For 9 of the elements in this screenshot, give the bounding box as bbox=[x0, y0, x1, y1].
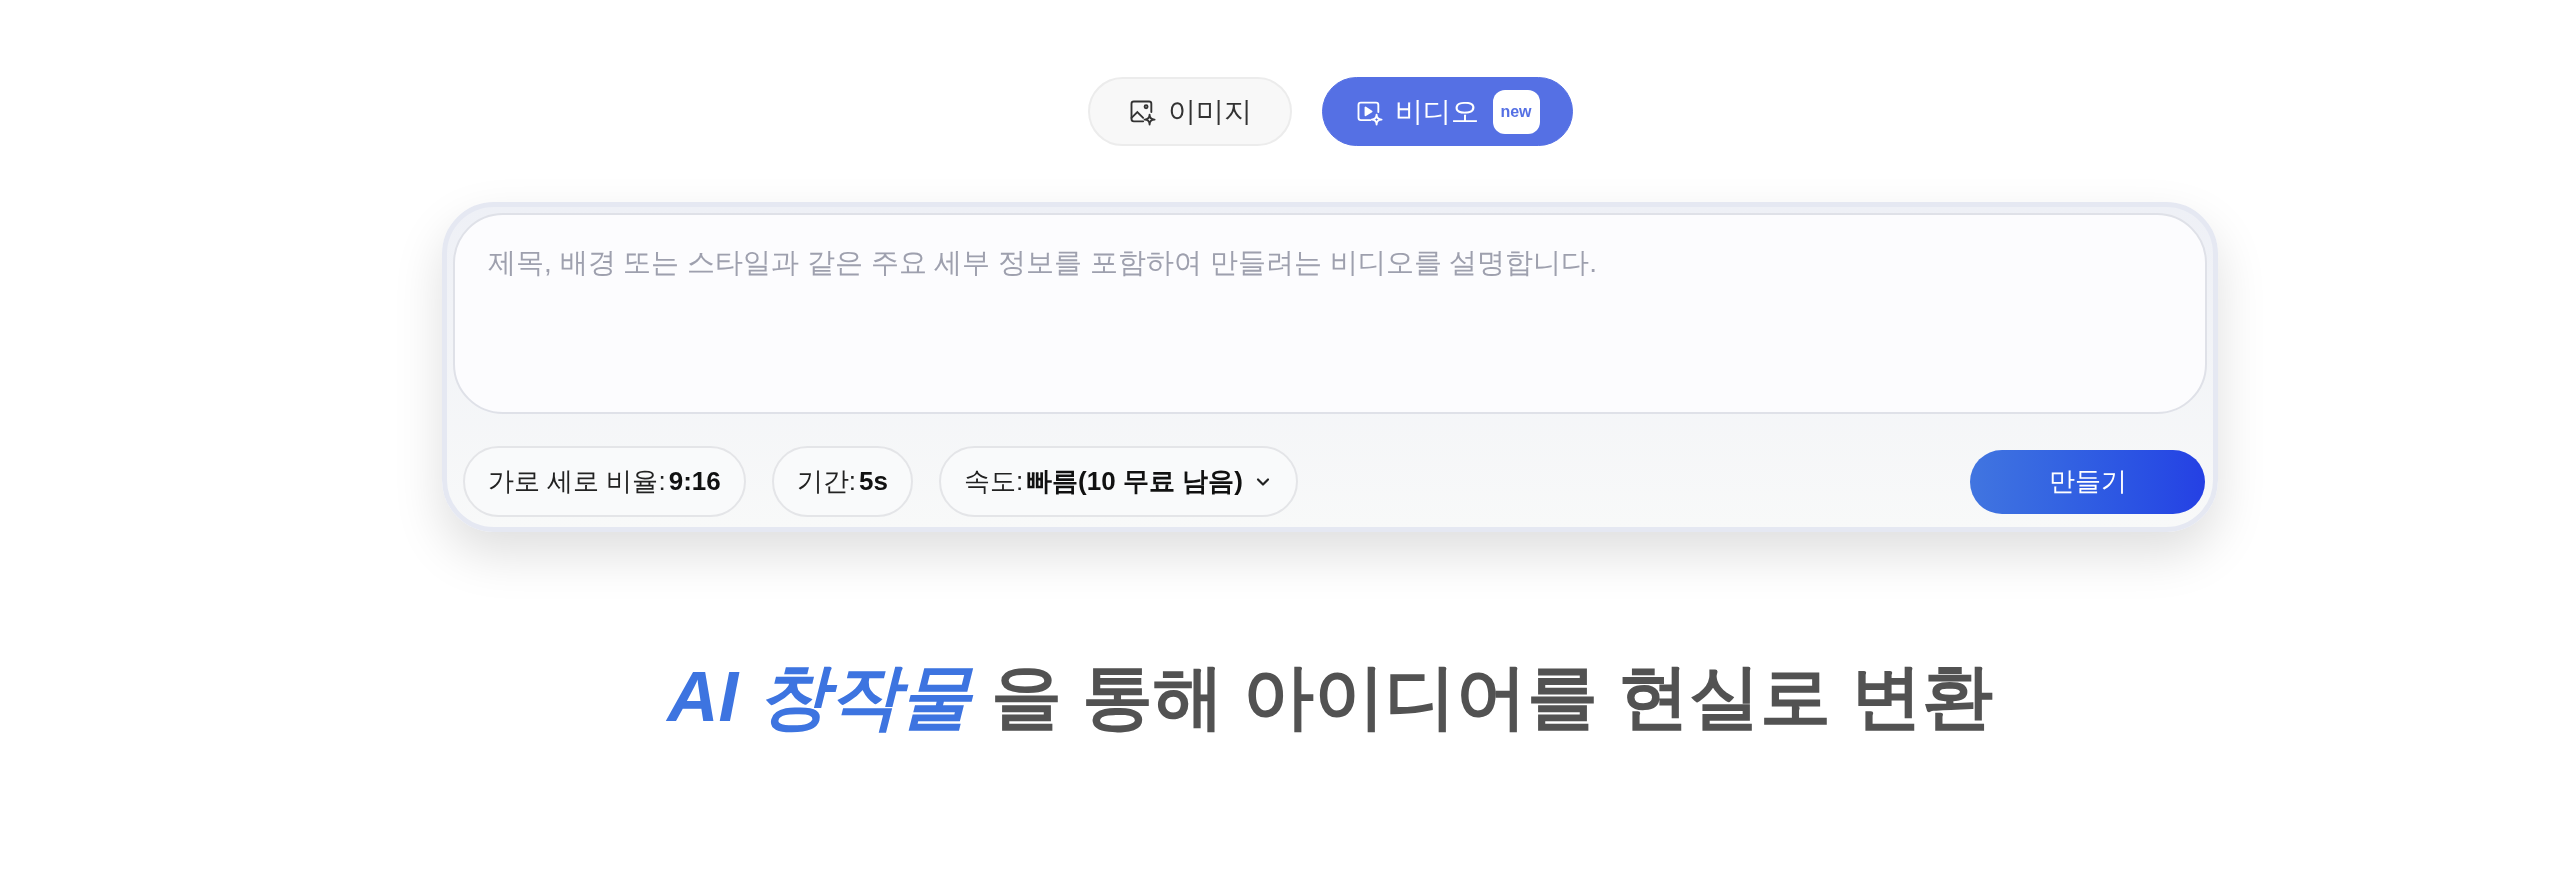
mode-tab[interactable]: 이미지 bbox=[1087, 77, 1292, 146]
prompt-field[interactable]: 제목, 배경 또는 스타일과 같은 주요 세부 정보를 포함하여 만들려는 비디오를 설명합니다. bbox=[453, 213, 2207, 414]
mode-tab[interactable]: 비디오 new bbox=[1321, 77, 1573, 146]
new-badge: new bbox=[1492, 89, 1540, 134]
option-chip[interactable]: 기간:5s bbox=[771, 446, 913, 517]
option-chip[interactable]: 가로 세로 비율:9:16 bbox=[463, 446, 746, 517]
headline-text: 을 통해 아이디어를 현실로 변환 bbox=[990, 656, 1993, 738]
create-button[interactable]: 만들기 bbox=[1970, 449, 2205, 514]
option-dropdown[interactable]: 속도:빠름(10 무료 남음) bbox=[938, 446, 1298, 517]
